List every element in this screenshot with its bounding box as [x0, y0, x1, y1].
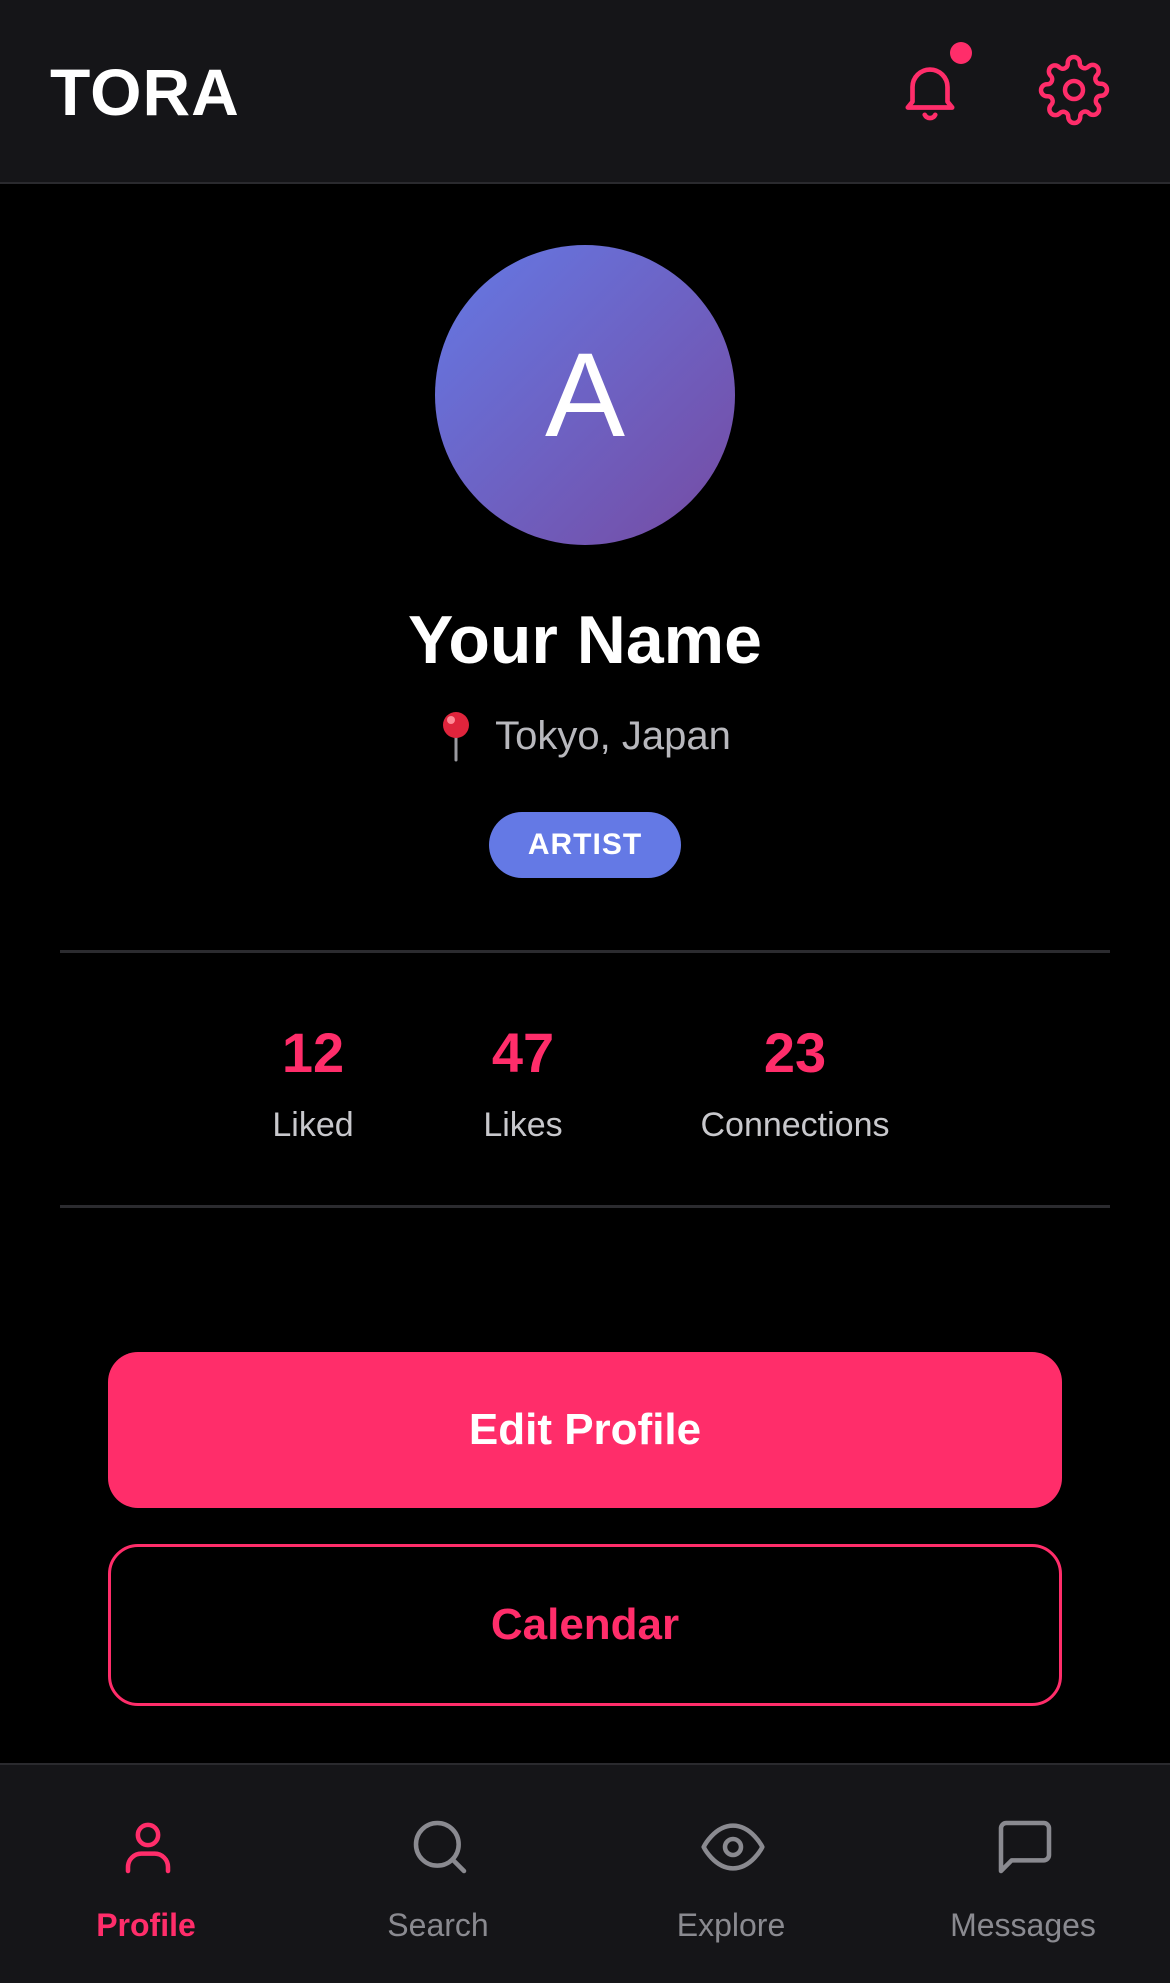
tab-search[interactable]: Search: [292, 1765, 584, 1983]
tab-label: Search: [387, 1907, 489, 1943]
tab-label: Explore: [676, 1907, 786, 1943]
stat-connections-value: 23: [763, 1021, 827, 1084]
eye-icon: [701, 1823, 765, 1871]
role-badge: ARTIST: [489, 812, 681, 878]
tab-label: Messages: [950, 1907, 1096, 1943]
user-icon: [125, 1822, 171, 1874]
app-header: TORA: [0, 0, 1170, 184]
tab-label: Profile: [96, 1907, 196, 1943]
divider: [60, 950, 1110, 953]
location-text: Tokyo, Japan: [495, 714, 731, 758]
stat-liked-label: Liked: [272, 1106, 354, 1144]
stat-liked-value: 12: [281, 1021, 345, 1084]
tab-messages[interactable]: Messages: [877, 1765, 1169, 1983]
avatar-initial: A: [544, 328, 626, 462]
tab-profile[interactable]: Profile: [0, 1765, 292, 1983]
stat-likes-label: Likes: [483, 1106, 563, 1144]
settings-button[interactable]: [1024, 40, 1124, 140]
profile-location: Tokyo, Japan: [0, 708, 1170, 764]
edit-profile-button[interactable]: Edit Profile: [108, 1352, 1062, 1508]
divider: [60, 1205, 1110, 1208]
tab-explore[interactable]: Explore: [585, 1765, 877, 1983]
notification-badge-dot: [950, 42, 972, 64]
gear-icon: [1038, 54, 1110, 126]
app-logo-text: TORA: [50, 55, 240, 129]
search-icon: [413, 1820, 467, 1874]
profile-name: Your Name: [408, 602, 762, 678]
stat-likes-value: 47: [491, 1021, 555, 1084]
pushpin-icon: [439, 710, 473, 762]
calendar-button[interactable]: Calendar: [108, 1544, 1062, 1706]
stat-connections-label: Connections: [700, 1106, 890, 1144]
bell-icon: [905, 67, 955, 121]
chat-bubble-icon: [998, 1820, 1052, 1874]
bottom-tab-bar: Profile Search Explore Messages: [0, 1763, 1170, 1983]
avatar[interactable]: A: [435, 245, 735, 545]
